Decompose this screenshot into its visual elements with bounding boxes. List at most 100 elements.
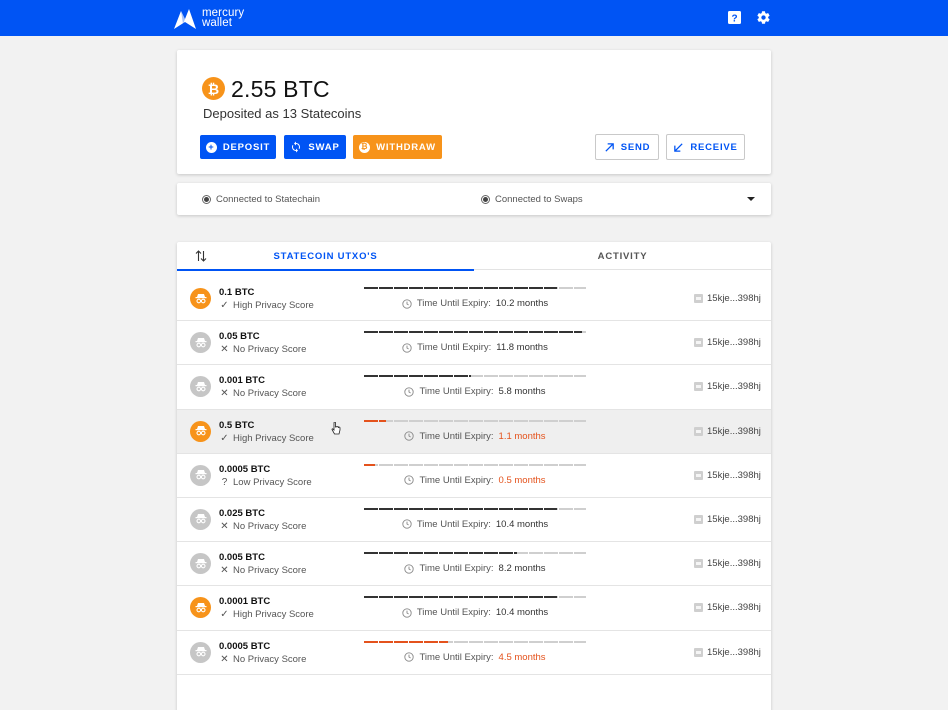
statecoin-row[interactable]: 0.1 BTC ✓ High Privacy Score Time Until …	[177, 277, 771, 322]
check-icon: ✓	[220, 432, 229, 444]
coin-avatar-icon	[190, 641, 211, 663]
cross-icon: ✕	[220, 344, 229, 356]
expiry-label: Time Until Expiry:	[416, 298, 491, 309]
coin-address[interactable]: 15kje...398hj	[694, 293, 761, 304]
mercury-logo[interactable]: mercury wallet	[172, 5, 244, 31]
statecoin-row[interactable]: 0.0005 BTC ✕ No Privacy Score Time Until…	[177, 631, 771, 675]
statecoin-list: 0.1 BTC ✓ High Privacy Score Time Until …	[177, 277, 771, 675]
privacy-score: ✕ No Privacy Score	[220, 388, 306, 399]
expiry-label: Time Until Expiry:	[419, 474, 494, 486]
coin-avatar-icon	[190, 597, 211, 619]
expiry-bar-fill	[364, 375, 471, 378]
tab-activity[interactable]: ACTIVITY	[474, 242, 771, 270]
statecoins-panel: STATECOIN UTXO'S ACTIVITY 0.1 BTC ✓ High…	[177, 242, 771, 710]
mercury-logo-icon	[174, 9, 196, 29]
coin-avatar-icon	[190, 553, 211, 575]
time-until-expiry: Time Until Expiry: 11.8 months	[364, 342, 586, 353]
statecoin-row[interactable]: 0.0001 BTC ✓ High Privacy Score Time Unt…	[177, 586, 771, 631]
tab-statecoin-utxos-label: STATECOIN UTXO'S	[273, 250, 378, 262]
coin-amount: 0.025 BTC	[219, 507, 265, 519]
privacy-score: ✕ No Privacy Score	[220, 565, 306, 576]
time-until-expiry: Time Until Expiry: 0.5 months	[364, 475, 586, 486]
tab-activity-label: ACTIVITY	[597, 250, 648, 262]
tab-statecoin-utxos[interactable]: STATECOIN UTXO'S	[177, 242, 474, 271]
coin-address-label: 15kje...398hj	[707, 469, 761, 481]
coin-address[interactable]: 15kje...398hj	[694, 426, 761, 437]
question-icon: ?	[221, 476, 228, 488]
check-icon: ✓	[220, 300, 229, 311]
expiry-label: Time Until Expiry:	[419, 430, 494, 442]
privacy-score: ✕ No Privacy Score	[220, 521, 306, 532]
privacy-score: ✕ No Privacy Score	[220, 344, 306, 355]
swap-button[interactable]: SWAP	[284, 135, 346, 159]
receive-button[interactable]: RECEIVE	[666, 134, 745, 160]
expiry-value: 10.4 months	[495, 607, 549, 619]
clock-icon	[402, 343, 412, 353]
privacy-score-label: No Privacy Score	[233, 565, 307, 577]
coin-address[interactable]: 15kje...398hj	[694, 558, 761, 569]
swaps-status: Connected to Swaps	[481, 194, 583, 205]
coin-avatar-icon	[190, 288, 211, 309]
coin-address-label: 15kje...398hj	[707, 337, 761, 349]
privacy-score: ✓ High Privacy Score	[220, 300, 313, 311]
send-button[interactable]: SEND	[595, 134, 659, 160]
coin-address[interactable]: 15kje...398hj	[694, 337, 761, 348]
help-icon[interactable]: ?	[727, 10, 742, 25]
statecoin-row[interactable]: 0.001 BTC ✕ No Privacy Score Time Until …	[177, 365, 771, 410]
expiry-bar-fill	[364, 640, 448, 643]
bitcoin-small-icon: ₿	[359, 141, 371, 153]
copy-address-icon	[694, 426, 703, 436]
statecoin-row[interactable]: 0.5 BTC ✓ High Privacy Score Time Until …	[177, 409, 771, 454]
coin-avatar-icon	[190, 464, 211, 486]
cross-icon: ✕	[220, 565, 229, 577]
coin-avatar-icon	[190, 332, 211, 354]
coin-address[interactable]: 15kje...398hj	[694, 381, 761, 392]
coin-address[interactable]: 15kje...398hj	[694, 514, 761, 525]
time-until-expiry: Time Until Expiry: 8.2 months	[364, 563, 586, 574]
privacy-score-label: High Privacy Score	[233, 609, 314, 621]
statecoin-row[interactable]: 0.025 BTC ✕ No Privacy Score Time Until …	[177, 498, 771, 543]
chevron-down-icon[interactable]	[747, 197, 755, 201]
panel-tabs: STATECOIN UTXO'S ACTIVITY	[177, 242, 771, 271]
arrow-up-right-icon	[605, 142, 614, 152]
coin-address[interactable]: 15kje...398hj	[694, 647, 761, 658]
time-until-expiry: Time Until Expiry: 1.1 months	[364, 431, 586, 442]
coin-address-label: 15kje...398hj	[707, 293, 761, 304]
privacy-score: ✓ High Privacy Score	[220, 432, 314, 444]
connection-status-bar: Connected to Statechain Connected to Swa…	[177, 183, 771, 215]
privacy-score-label: Low Privacy Score	[233, 476, 312, 488]
bitcoin-icon: ₿	[202, 77, 225, 100]
sort-icon[interactable]	[195, 249, 207, 263]
coin-avatar-icon	[190, 508, 211, 530]
coin-amount: 0.1 BTC	[219, 287, 255, 298]
statecoin-row[interactable]: 0.05 BTC ✕ No Privacy Score Time Until E…	[177, 321, 771, 366]
status-indicator-icon	[481, 195, 490, 204]
expiry-bar-fill	[364, 552, 517, 555]
coin-address[interactable]: 15kje...398hj	[694, 470, 761, 481]
withdraw-button[interactable]: ₿ WITHDRAW	[353, 135, 442, 159]
statechain-status-label: Connected to Statechain	[216, 194, 321, 205]
privacy-score-label: High Privacy Score	[233, 432, 314, 444]
copy-address-icon	[694, 470, 703, 480]
expiry-bar-fill	[364, 507, 557, 510]
deposit-button[interactable]: + DEPOSIT	[200, 135, 276, 159]
expiry-label: Time Until Expiry:	[419, 386, 494, 398]
cross-icon: ✕	[220, 388, 229, 400]
coin-amount: 0.0005 BTC	[219, 640, 271, 652]
expiry-value: 0.5 months	[498, 474, 546, 486]
time-until-expiry: Time Until Expiry: 10.4 months	[364, 607, 586, 618]
clock-icon	[404, 431, 415, 441]
clock-icon	[402, 519, 412, 530]
clock-icon	[404, 475, 415, 485]
cross-icon: ✕	[220, 520, 229, 532]
statecoin-row[interactable]: 0.0005 BTC ? Low Privacy Score Time Unti…	[177, 454, 771, 498]
clock-icon	[404, 387, 415, 397]
statecoin-row[interactable]: 0.005 BTC ✕ No Privacy Score Time Until …	[177, 542, 771, 587]
plus-icon: +	[205, 141, 217, 153]
statechain-status: Connected to Statechain	[202, 194, 320, 205]
time-until-expiry: Time Until Expiry: 10.4 months	[364, 519, 586, 530]
settings-icon[interactable]	[756, 10, 771, 25]
expiry-label: Time Until Expiry:	[416, 607, 491, 619]
coin-address[interactable]: 15kje...398hj	[694, 602, 761, 613]
cross-icon: ✕	[220, 653, 229, 665]
